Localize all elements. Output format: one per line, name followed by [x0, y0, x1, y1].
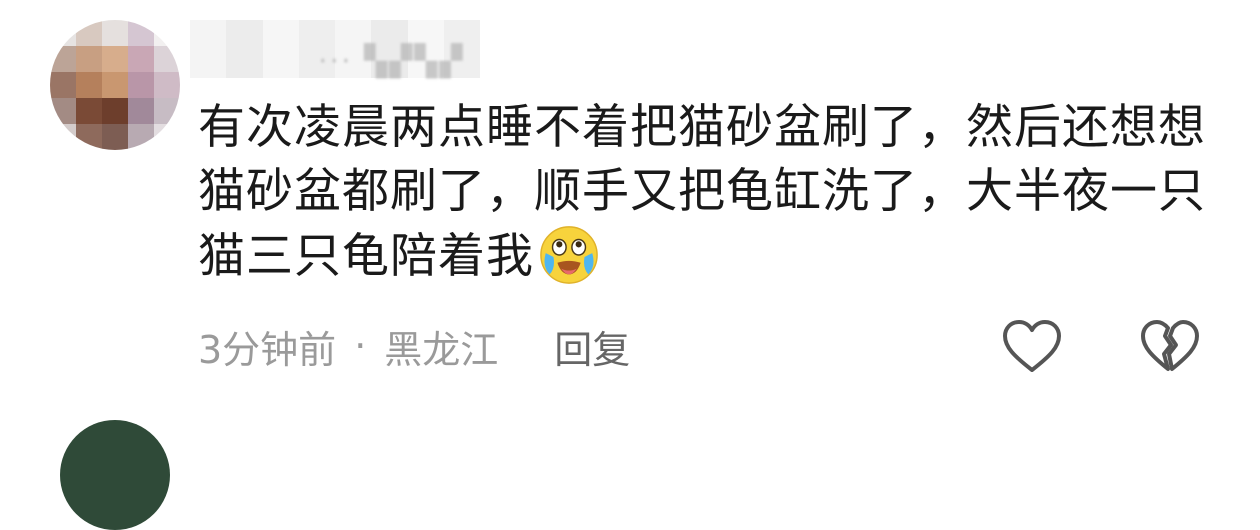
meta-separator: · [354, 324, 367, 368]
crying-laughing-emoji-icon [540, 226, 598, 284]
comment-location: 黑龙江 [384, 327, 499, 372]
next-comment-avatar[interactable] [60, 420, 170, 530]
heart-icon[interactable] [1000, 318, 1064, 374]
broken-heart-icon[interactable] [1138, 318, 1202, 374]
comment-body: 有次凌晨两点睡不着把猫砂盆刷了，然后还想想猫砂盆都刷了，顺手又把龟缸洗了，大半夜… [198, 100, 1206, 284]
comment-meta: 3分钟前 · 黑龙江 回复 [198, 318, 630, 374]
reply-button[interactable]: 回复 [554, 319, 630, 374]
comment-text: 有次凌晨两点睡不着把猫砂盆刷了，然后还想想猫砂盆都刷了，顺手又把龟缸洗了，大半夜… [198, 96, 1208, 289]
username-obscured: ··· ▚▞▚▞ [318, 44, 465, 79]
comment-time: 3分钟前 [198, 327, 337, 372]
avatar[interactable] [50, 20, 180, 150]
